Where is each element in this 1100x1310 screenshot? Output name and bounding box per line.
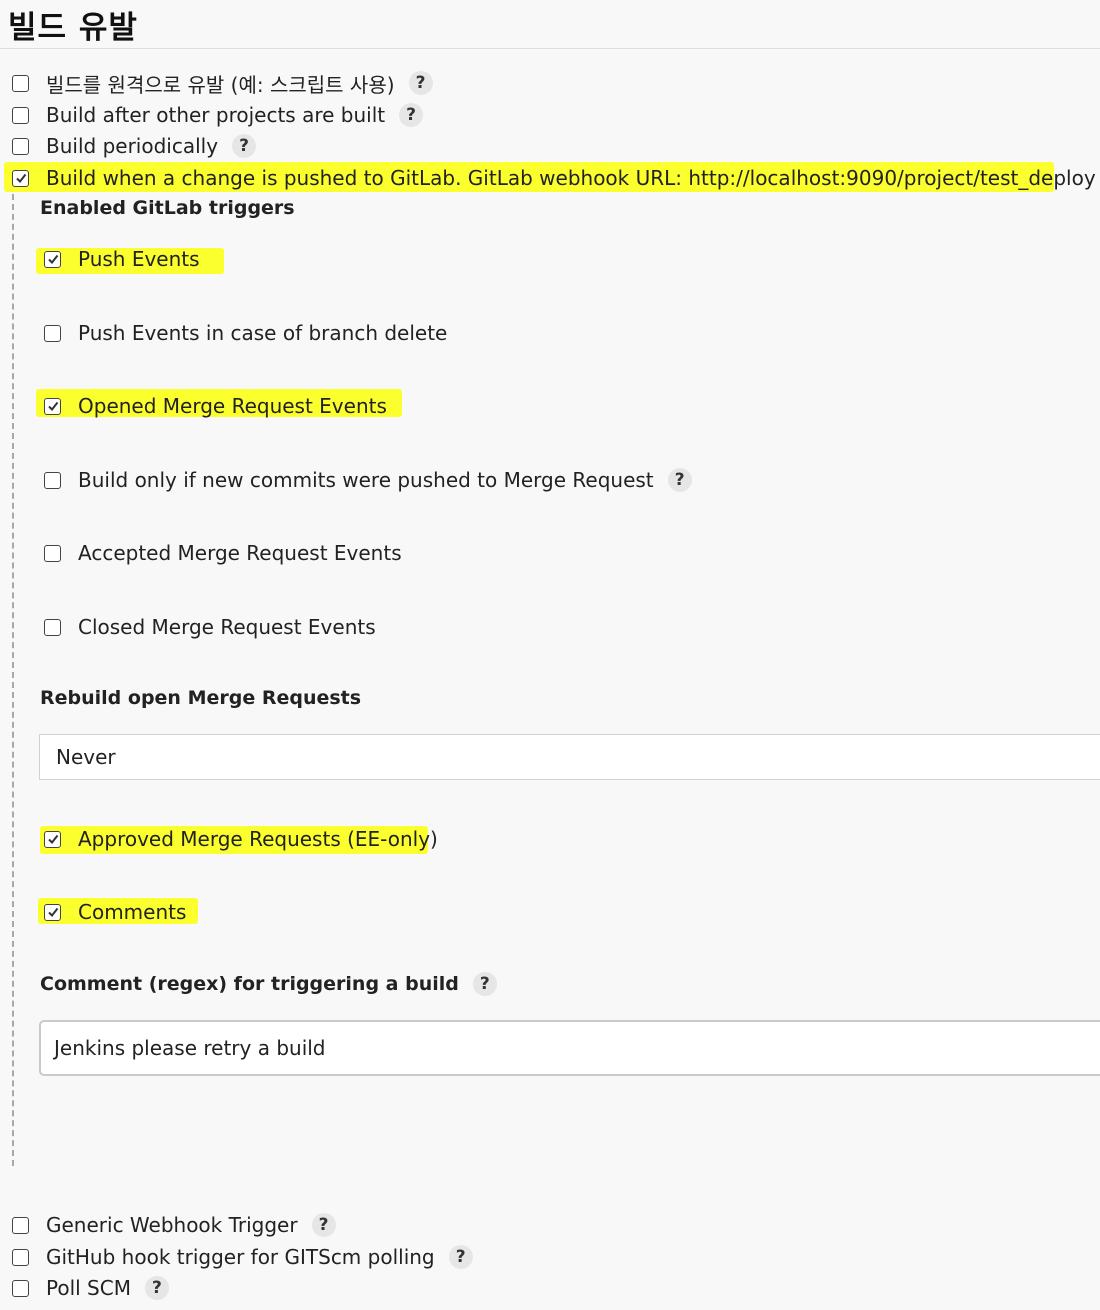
- option-label: Push Events in case of branch delete: [78, 321, 448, 345]
- option-label: Comments: [78, 900, 187, 924]
- help-icon[interactable]: ?: [448, 1245, 473, 1269]
- trigger-label: Build periodically: [46, 134, 219, 158]
- rebuild-open-mr-select[interactable]: Never: [39, 734, 1100, 780]
- checkbox[interactable]: [12, 106, 29, 124]
- enabled-gitlab-triggers-heading: Enabled GitLab triggers: [40, 197, 295, 219]
- comment-regex-input[interactable]: Jenkins please retry a build: [39, 1020, 1100, 1076]
- option-approved-mr[interactable]: Approved Merge Requests (EE-only): [44, 825, 438, 853]
- trigger-poll-scm[interactable]: Poll SCM ?: [12, 1274, 169, 1302]
- checkbox[interactable]: [44, 397, 61, 415]
- comment-regex-label: Comment (regex) for triggering a build: [40, 973, 459, 995]
- trigger-label: Generic Webhook Trigger: [46, 1213, 298, 1237]
- checkbox[interactable]: [12, 1216, 29, 1234]
- comment-regex-heading: Comment (regex) for triggering a build ?: [40, 972, 497, 996]
- trigger-label: 빌드를 원격으로 유발 (예: 스크립트 사용): [46, 72, 395, 97]
- checkbox[interactable]: [44, 324, 61, 342]
- select-value: Never: [56, 745, 116, 769]
- trigger-periodically[interactable]: Build periodically ?: [12, 132, 257, 160]
- option-comments[interactable]: Comments: [44, 898, 186, 926]
- build-triggers-section: 빌드 유발 빌드를 원격으로 유발 (예: 스크립트 사용) ? Build a…: [0, 0, 1100, 1310]
- checkbox[interactable]: [44, 250, 61, 268]
- checkbox[interactable]: [12, 1248, 29, 1266]
- nested-block-guide: [12, 194, 14, 1166]
- option-push-events[interactable]: Push Events: [44, 245, 200, 273]
- option-label: Push Events: [78, 247, 200, 271]
- checkbox[interactable]: [12, 1279, 29, 1297]
- option-label: Build only if new commits were pushed to…: [78, 468, 654, 492]
- checkbox[interactable]: [44, 544, 61, 562]
- help-icon[interactable]: ?: [232, 134, 257, 158]
- trigger-gitlab-push[interactable]: Build when a change is pushed to GitLab.…: [12, 164, 1100, 192]
- rebuild-open-mr-heading: Rebuild open Merge Requests: [40, 687, 362, 709]
- checkbox[interactable]: [12, 74, 29, 92]
- trigger-remote[interactable]: 빌드를 원격으로 유발 (예: 스크립트 사용) ?: [12, 69, 433, 97]
- option-opened-mr[interactable]: Opened Merge Request Events: [44, 392, 387, 420]
- trigger-label: GitHub hook trigger for GITScm polling: [46, 1245, 435, 1269]
- trigger-generic-webhook[interactable]: Generic Webhook Trigger ?: [12, 1211, 336, 1239]
- trigger-after-other-projects[interactable]: Build after other projects are built ?: [12, 101, 424, 129]
- help-icon[interactable]: ?: [144, 1276, 169, 1300]
- input-value: Jenkins please retry a build: [54, 1036, 326, 1060]
- checkbox[interactable]: [44, 903, 61, 921]
- checkbox[interactable]: [12, 137, 29, 155]
- section-title: 빌드 유발: [8, 10, 138, 46]
- help-icon[interactable]: ?: [311, 1213, 336, 1237]
- option-label: Opened Merge Request Events: [78, 394, 387, 418]
- help-icon[interactable]: ?: [667, 468, 692, 492]
- trigger-label: Build after other projects are built: [46, 103, 386, 127]
- trigger-label: Build when a change is pushed to GitLab.…: [46, 166, 1096, 190]
- option-push-branch-delete[interactable]: Push Events in case of branch delete: [44, 319, 447, 347]
- trigger-github-hook[interactable]: GitHub hook trigger for GITScm polling ?: [12, 1243, 473, 1271]
- trigger-label: Poll SCM: [46, 1276, 131, 1300]
- option-label: Accepted Merge Request Events: [78, 541, 402, 565]
- checkbox[interactable]: [44, 618, 61, 636]
- option-new-commits-mr[interactable]: Build only if new commits were pushed to…: [44, 466, 692, 494]
- option-accepted-mr[interactable]: Accepted Merge Request Events: [44, 539, 402, 567]
- option-label: Approved Merge Requests (EE-only): [78, 827, 438, 851]
- checkbox[interactable]: [44, 471, 61, 489]
- option-label: Closed Merge Request Events: [78, 615, 376, 639]
- option-closed-mr[interactable]: Closed Merge Request Events: [44, 613, 376, 641]
- help-icon[interactable]: ?: [399, 103, 424, 127]
- help-icon[interactable]: ?: [472, 972, 497, 996]
- help-icon[interactable]: ?: [408, 71, 433, 95]
- checkbox[interactable]: [44, 830, 61, 848]
- checkbox[interactable]: [12, 169, 29, 187]
- section-divider: [0, 48, 1100, 49]
